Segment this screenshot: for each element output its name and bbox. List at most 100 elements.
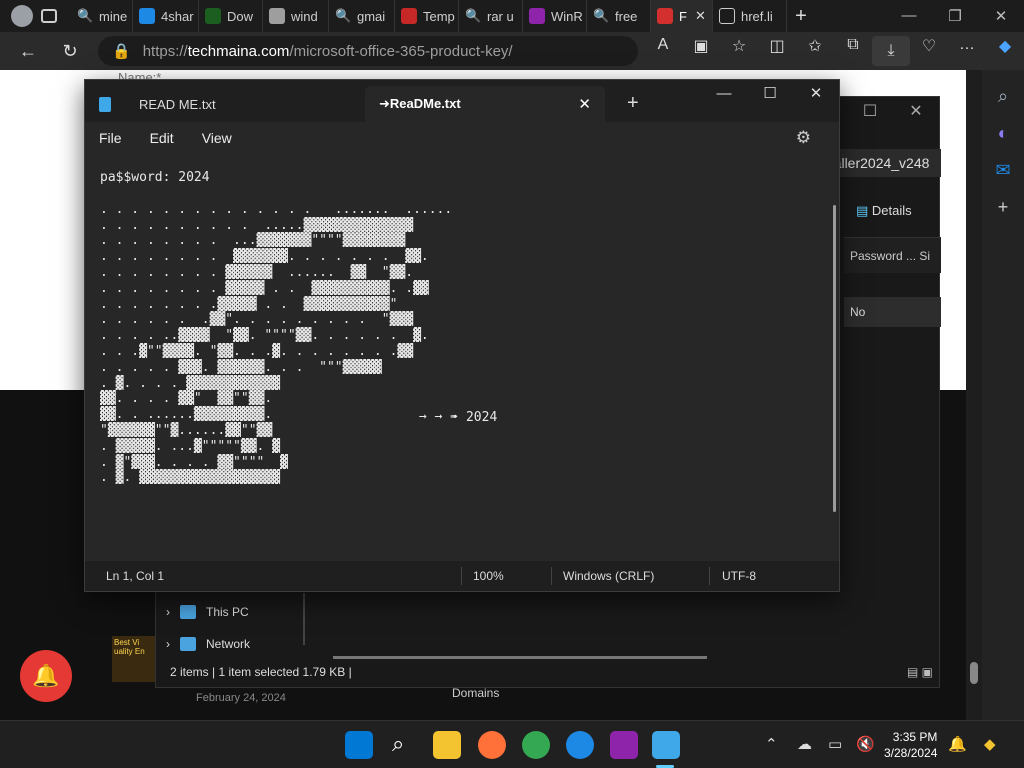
tab-label: Temp bbox=[423, 8, 455, 24]
domains-link[interactable]: Domains bbox=[452, 686, 499, 700]
column-header-password[interactable]: Password ... Si bbox=[844, 237, 941, 273]
more-icon[interactable]: … bbox=[948, 36, 986, 66]
browser-tab[interactable]: Temp bbox=[395, 0, 459, 32]
browser-tab[interactable]: 4shar bbox=[133, 0, 199, 32]
tab-label: ➜ReaDMe.txt bbox=[379, 96, 461, 111]
gear-icon[interactable]: ⚙ bbox=[796, 128, 811, 148]
password-cell: No bbox=[844, 297, 941, 327]
close-tab-icon[interactable]: ✕ bbox=[578, 95, 591, 113]
search-icon[interactable]: ⌕ bbox=[392, 731, 404, 757]
browser-tab[interactable]: 🔍 free bbox=[587, 0, 651, 32]
app-available-icon[interactable]: ▣ bbox=[682, 36, 720, 66]
add-sidebar-icon[interactable]: + bbox=[982, 197, 1024, 218]
browser-tab[interactable]: Dow bbox=[199, 0, 263, 32]
menu-view[interactable]: View bbox=[202, 130, 232, 146]
browser-tab[interactable]: href.li bbox=[713, 0, 787, 32]
volume-icon[interactable]: 🔇 bbox=[856, 735, 875, 753]
nav-item-this-pc[interactable]: › This PC bbox=[166, 605, 249, 619]
search-icon[interactable]: ⌕ bbox=[982, 86, 1024, 107]
chevron-right-icon[interactable]: › bbox=[166, 637, 170, 651]
notepad-icon[interactable] bbox=[652, 731, 680, 759]
health-icon[interactable]: ♡ bbox=[910, 36, 948, 66]
browser-tab[interactable]: 🔍 rar u bbox=[459, 0, 523, 32]
taskbar: ⌕ ⌃ ☁ ▭ 🔇 3:35 PM 3/28/2024 🔔 ◆ bbox=[0, 720, 1024, 768]
url-path: /microsoft-office-365-product-key/ bbox=[289, 42, 513, 60]
favorites-icon[interactable]: ✩ bbox=[796, 36, 834, 66]
firefox-icon[interactable] bbox=[478, 731, 506, 759]
notepad-scrollbar[interactable] bbox=[833, 205, 836, 512]
browser-tab-active[interactable]: F ✕ bbox=[651, 0, 713, 32]
favorite-star-icon[interactable]: ☆ bbox=[720, 36, 758, 66]
file-explorer-icon[interactable] bbox=[433, 731, 461, 759]
read-aloud-icon[interactable]: A bbox=[644, 36, 682, 66]
system-clock[interactable]: 3:35 PM 3/28/2024 bbox=[884, 729, 937, 761]
notepad-text-area[interactable]: pa$$word: 2024 . . . . . . . . . . . . . … bbox=[100, 170, 800, 560]
view-toggle-icons[interactable]: ▤ ▣ bbox=[907, 657, 933, 687]
close-icon[interactable]: ✕ bbox=[695, 8, 706, 24]
page-icon bbox=[269, 8, 285, 24]
password-line: pa$$word: 2024 bbox=[100, 170, 210, 185]
onedrive-icon[interactable]: ☁ bbox=[797, 735, 812, 753]
chevron-up-icon[interactable]: ⌃ bbox=[765, 735, 778, 753]
notepad-window: READ ME.txt ➜ReaDMe.txt ✕ + — ☐ ✕ File Ed… bbox=[84, 79, 840, 592]
winrar-icon bbox=[529, 8, 545, 24]
chrome-icon[interactable] bbox=[522, 731, 550, 759]
winrar-icon[interactable] bbox=[610, 731, 638, 759]
tab-label: gmai bbox=[357, 8, 386, 24]
browser-tab[interactable]: 🔍 gmai bbox=[329, 0, 395, 32]
clock-time: 3:35 PM bbox=[892, 730, 938, 744]
post-date: February 24, 2024 bbox=[196, 692, 286, 704]
details-button[interactable]: ▤ Details bbox=[856, 203, 912, 219]
notification-bell-icon[interactable]: 🔔 bbox=[948, 735, 967, 753]
collections-icon[interactable]: ⧉ bbox=[834, 36, 872, 66]
menu-edit[interactable]: Edit bbox=[150, 130, 174, 146]
minimize-icon[interactable]: — bbox=[701, 80, 747, 108]
display-icon[interactable]: ▭ bbox=[828, 735, 842, 753]
zoom-level: 100% bbox=[473, 569, 504, 583]
tab-readme-active[interactable]: ➜ReaDMe.txt ✕ bbox=[365, 86, 605, 122]
copilot-pre-icon[interactable]: ◆ bbox=[984, 735, 996, 753]
copilot-icon[interactable]: ◆ bbox=[986, 36, 1024, 66]
tab-read-me[interactable]: READ ME.txt bbox=[85, 86, 355, 122]
browser-tab[interactable]: 🔍 mine bbox=[71, 0, 133, 32]
close-icon[interactable]: ✕ bbox=[978, 7, 1024, 25]
pane-divider[interactable] bbox=[303, 593, 305, 645]
promo-thumbnail[interactable]: Best Vi uality En bbox=[112, 636, 158, 682]
maximize-icon[interactable]: ☐ bbox=[747, 80, 793, 108]
outlook-icon[interactable]: ✉ bbox=[982, 160, 1024, 181]
browser-tab[interactable]: WinR bbox=[523, 0, 587, 32]
menu-file[interactable]: File bbox=[99, 130, 122, 146]
close-icon[interactable]: ✕ bbox=[793, 80, 839, 108]
close-icon[interactable]: ✕ bbox=[893, 97, 939, 127]
status-item-count: 2 items bbox=[170, 665, 209, 679]
notepad-status-bar: Ln 1, Col 1 100% Windows (CRLF) UTF-8 bbox=[85, 561, 839, 591]
maximize-icon[interactable]: ☐ bbox=[847, 97, 893, 127]
browser-window-controls: — ❐ ✕ bbox=[886, 7, 1024, 25]
page-scrollbar[interactable] bbox=[966, 70, 982, 720]
ascii-art: . . . . . . . . . . . . . . ....... ....… bbox=[100, 201, 453, 486]
notification-bell-icon[interactable]: 🔔 bbox=[20, 650, 72, 702]
new-tab-button[interactable]: + bbox=[627, 92, 639, 115]
start-icon[interactable] bbox=[345, 731, 373, 759]
downloads-icon[interactable]: ⤓ bbox=[872, 36, 910, 66]
copilot-sidebar-icon[interactable]: ◐ bbox=[982, 123, 1024, 144]
url-protocol: https:// bbox=[142, 42, 188, 60]
scrollbar-thumb[interactable] bbox=[970, 662, 978, 684]
browser-tab[interactable]: wind bbox=[263, 0, 329, 32]
site-icon bbox=[205, 8, 221, 24]
workspaces-icon[interactable] bbox=[41, 9, 57, 23]
address-bar[interactable]: 🔒 https://techmaina.com/microsoft-office… bbox=[98, 36, 638, 66]
tab-label: F bbox=[679, 8, 687, 24]
back-icon[interactable]: ← bbox=[12, 41, 44, 62]
refresh-icon[interactable]: ↻ bbox=[54, 41, 86, 62]
minimize-icon[interactable]: — bbox=[886, 7, 932, 25]
profile-avatar[interactable] bbox=[11, 5, 33, 27]
edge-icon[interactable] bbox=[566, 731, 594, 759]
column-header-label: Password ... bbox=[850, 249, 917, 263]
restore-icon[interactable]: ❐ bbox=[932, 7, 978, 25]
nav-item-network[interactable]: › Network bbox=[166, 637, 250, 651]
chevron-right-icon[interactable]: › bbox=[166, 605, 170, 619]
new-tab-button[interactable]: + bbox=[787, 5, 815, 28]
explorer-status-bar: 2 items | 1 item selected 1.79 KB | ▤ ▣ bbox=[156, 657, 941, 687]
split-screen-icon[interactable]: ◫ bbox=[758, 36, 796, 66]
